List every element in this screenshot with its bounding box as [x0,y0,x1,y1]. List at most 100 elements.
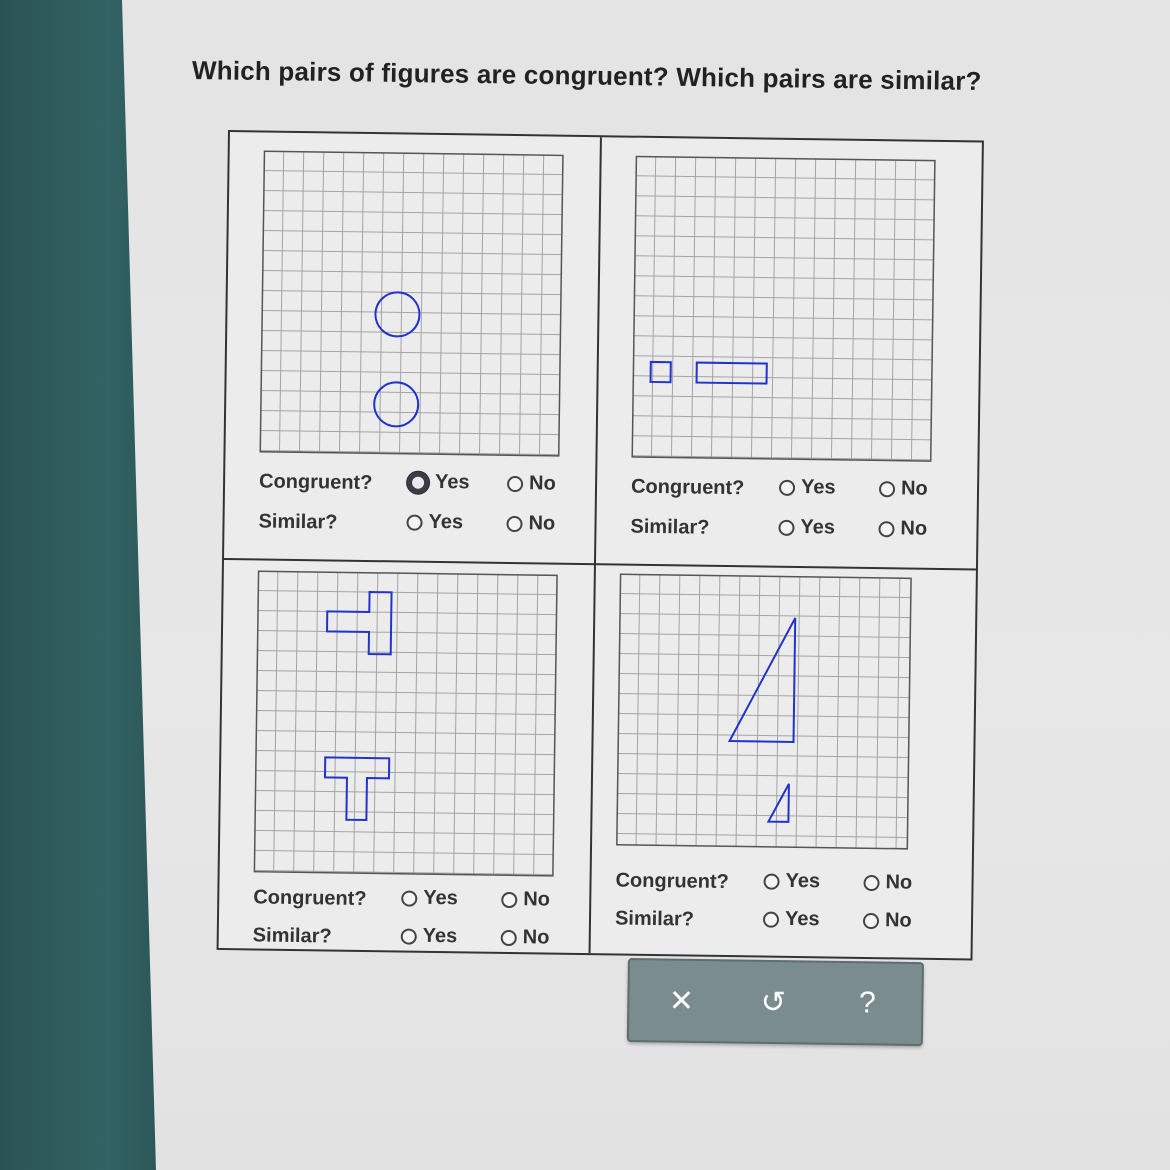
congruent-row-1: Congruent? Yes No [259,466,579,500]
grid-line [616,812,909,819]
clear-icon[interactable]: ✕ [657,976,706,1025]
congruent-label: Congruent? [615,869,730,894]
grid-2 [631,155,936,462]
grid-line [632,375,933,381]
similar-label: Similar? [258,510,338,534]
radio-icon[interactable] [501,891,518,908]
grid-line [650,155,657,458]
grid-line [835,576,841,849]
radio-icon[interactable] [778,519,795,536]
grid-line [256,689,557,696]
radio-icon[interactable] [762,911,780,928]
grid-line [262,209,563,216]
similar-label: Similar? [630,515,710,539]
radio-icon[interactable] [778,479,796,496]
grid-line [393,572,399,875]
help-icon[interactable]: ? [843,979,892,1028]
grid-line [618,693,911,699]
congruent-no-option-2[interactable]: No [878,477,928,501]
grid-line [261,289,562,296]
grid-line [633,315,934,321]
grid-line [313,571,319,874]
grid-line [260,369,561,376]
grid-4 [616,573,912,850]
no-label: No [884,909,912,932]
congruent-no-option-4[interactable]: No [863,871,912,895]
congruent-row-3: Congruent? Yes No [253,882,573,916]
grid-line [278,150,285,453]
grid-line [850,158,857,461]
grid-line [633,295,934,301]
congruent-yes-option-3[interactable]: Yes [401,886,458,910]
undo-icon[interactable]: ↺ [749,978,798,1027]
grid-line [634,215,935,221]
grid-line [618,653,911,659]
grid-line [358,151,365,454]
similar-no-option-1[interactable]: No [506,512,555,536]
radio-icon[interactable] [878,480,896,497]
grid-line [655,574,661,847]
radio-icon[interactable] [506,515,523,532]
radio-icon[interactable] [878,520,895,537]
congruent-row-4: Congruent? Yes No [615,865,935,899]
grid-line [830,158,837,461]
grid-line [755,575,761,848]
similar-yes-option-4[interactable]: Yes [762,908,820,932]
grid-line [632,355,933,361]
grid-line [418,152,425,455]
grid-line [255,709,556,716]
grid-line [855,576,861,849]
congruent-yes-option-2[interactable]: Yes [778,476,836,500]
congruent-no-option-3[interactable]: No [501,888,550,912]
grid-line [617,713,910,719]
grid-line [273,570,279,873]
yes-label: Yes [422,924,458,948]
grid-line [260,349,561,356]
similar-row-1: Similar? Yes No [258,506,578,540]
grid-line [870,159,877,462]
congruent-no-option-1[interactable]: No [506,472,556,496]
grid-line [635,195,936,201]
grid-line [263,189,564,196]
grid-line [730,157,737,460]
pair-3-t-shapes: Congruent? Yes No Similar? Yes No [218,560,592,989]
similar-no-option-4[interactable]: No [862,909,912,933]
grid-line [413,572,419,875]
radio-icon[interactable] [406,514,423,531]
radio-icon[interactable] [506,475,524,492]
similar-label: Similar? [252,924,332,948]
grid-1 [259,150,564,457]
grid-line [262,249,563,256]
radio-icon[interactable] [400,927,417,945]
similar-yes-option-3[interactable]: Yes [400,924,458,948]
congruent-yes-option-1[interactable]: Yes [406,471,470,495]
grid-line [635,573,641,846]
grid-line [675,574,681,847]
grid-line [633,275,934,281]
no-label: No [528,472,556,495]
similar-yes-option-2[interactable]: Yes [778,516,835,540]
radio-icon[interactable] [763,873,780,890]
similar-no-option-3[interactable]: No [500,926,550,950]
grid-line [616,832,909,839]
radio-icon[interactable] [862,912,880,929]
grid-line [875,577,881,850]
grid-line [635,175,936,181]
grid-line [616,792,909,799]
grid-3 [253,570,558,877]
congruent-yes-option-4[interactable]: Yes [763,870,820,894]
grid-line [533,574,539,877]
radio-icon[interactable] [401,889,418,907]
grid-line [617,752,910,759]
grid-line [263,169,564,176]
similar-no-option-2[interactable]: No [878,517,927,541]
grid-line [259,429,560,436]
radio-icon[interactable] [500,929,517,946]
grid-line [260,409,561,416]
similar-row-3: Similar? Yes No [253,920,573,954]
radio-icon[interactable] [863,874,880,891]
grid-line [632,395,933,401]
radio-selected-icon[interactable] [406,471,430,494]
similar-yes-option-1[interactable]: Yes [406,511,463,535]
grid-line [256,669,557,676]
